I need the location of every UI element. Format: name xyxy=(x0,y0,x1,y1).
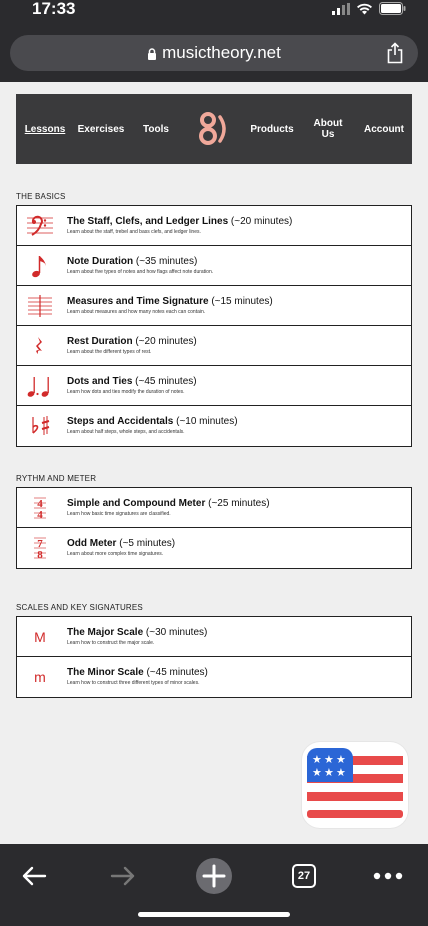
nav-products[interactable]: Products xyxy=(248,94,296,164)
lesson-name: The Major Scale xyxy=(67,627,144,638)
lesson-description: Learn about the different types of rest. xyxy=(67,349,152,355)
lesson-row[interactable]: 4 4 Simple and Compound Meter (~25 minut… xyxy=(17,488,411,528)
section-title-basics: THE BASICS xyxy=(16,192,66,201)
svg-text:★: ★ xyxy=(312,766,322,779)
more-dots-icon xyxy=(373,872,403,880)
lesson-row[interactable]: Rest Duration (~20 minutes) Learn about … xyxy=(17,326,411,366)
lesson-name: Dots and Ties xyxy=(67,376,133,387)
section-title-rhythm: RYTHM AND METER xyxy=(16,474,97,483)
site-nav: Lessons Exercises Tools Products About U… xyxy=(16,94,412,164)
lesson-name: Simple and Compound Meter xyxy=(67,498,206,509)
us-flag-badge-icon[interactable]: ★ ★ ★ ★ ★ ★ xyxy=(302,742,408,828)
time-sig-bottom: 8 xyxy=(37,549,43,561)
wifi-icon xyxy=(357,3,372,14)
section-title-scales: SCALES AND KEY SIGNATURES xyxy=(16,603,143,612)
lesson-row[interactable]: 7 8 Odd Meter (~5 minutes) Learn about m… xyxy=(17,528,411,568)
lesson-description: Learn about more complex time signatures… xyxy=(67,551,164,557)
svg-text:★: ★ xyxy=(324,766,334,779)
time-signature-4-4-icon: 4 4 xyxy=(25,493,55,523)
tabs-count-icon: 27 xyxy=(292,864,316,888)
lesson-description: Learn about five types of notes and how … xyxy=(67,269,214,275)
lesson-duration: (~35 minutes) xyxy=(135,256,198,267)
lesson-duration: (~20 minutes) xyxy=(135,336,197,347)
bass-clef-icon xyxy=(25,211,55,241)
site-logo-icon[interactable] xyxy=(196,109,230,149)
back-button[interactable] xyxy=(12,854,56,898)
svg-text:★: ★ xyxy=(336,766,346,779)
lesson-name: Rest Duration xyxy=(67,336,133,347)
nav-lessons[interactable]: Lessons xyxy=(22,94,68,164)
minor-m-icon: m xyxy=(34,669,46,685)
lesson-name: The Minor Scale xyxy=(67,667,144,678)
time-sig-bottom: 4 xyxy=(37,509,43,521)
lesson-row[interactable]: Steps and Accidentals (~10 minutes) Lear… xyxy=(17,406,411,446)
address-bar[interactable]: musictheory.net xyxy=(10,35,418,71)
lesson-duration: (~45 minutes) xyxy=(146,667,208,678)
svg-text:★: ★ xyxy=(312,753,322,766)
lesson-description: Learn about half steps, whole steps, and… xyxy=(67,429,185,435)
lesson-duration: (~5 minutes) xyxy=(119,538,176,549)
lesson-name: Note Duration xyxy=(67,256,134,267)
time-signature-7-8-icon: 7 8 xyxy=(25,533,55,563)
more-menu-button[interactable] xyxy=(366,854,410,898)
dotted-notes-icon xyxy=(25,371,55,401)
lesson-description: Learn how basic time signatures are clas… xyxy=(67,511,171,517)
lesson-description: Learn how to construct three different t… xyxy=(67,680,200,686)
lesson-description: Learn how to construct the major scale. xyxy=(67,640,155,646)
lesson-duration: (~45 minutes) xyxy=(135,376,197,387)
forward-arrow-icon xyxy=(110,866,135,886)
lesson-list-basics: The Staff, Clefs, and Ledger Lines (~20 … xyxy=(16,205,412,447)
lesson-row[interactable]: m The Minor Scale (~45 minutes) Learn ho… xyxy=(17,657,411,697)
cellular-signal-icon xyxy=(332,2,350,15)
share-icon[interactable] xyxy=(386,42,404,64)
battery-icon xyxy=(379,2,406,15)
forward-button[interactable] xyxy=(101,854,145,898)
lesson-row[interactable]: M The Major Scale (~30 minutes) Learn ho… xyxy=(17,617,411,657)
status-bar: 17:33 xyxy=(0,0,428,28)
staff-lines-icon xyxy=(25,291,55,321)
nav-account[interactable]: Account xyxy=(360,94,408,164)
lesson-description: Learn how dots and ties modify the durat… xyxy=(67,389,185,395)
nav-exercises[interactable]: Exercises xyxy=(76,94,126,164)
back-arrow-icon xyxy=(22,866,47,886)
nav-tools[interactable]: Tools xyxy=(138,94,174,164)
lesson-description: Learn about the staff, trebel and bass c… xyxy=(67,229,201,235)
lesson-row[interactable]: Dots and Ties (~45 minutes) Learn how do… xyxy=(17,366,411,406)
svg-text:★: ★ xyxy=(336,753,346,766)
lesson-name: Steps and Accidentals xyxy=(67,416,174,427)
lesson-description: Learn about measures and how many notes … xyxy=(67,309,206,315)
lesson-name: Odd Meter xyxy=(67,538,117,549)
lesson-duration: (~30 minutes) xyxy=(145,627,208,638)
lesson-duration: (~20 minutes) xyxy=(230,216,293,227)
lesson-duration: (~15 minutes) xyxy=(211,296,273,307)
web-page: Lessons Exercises Tools Products About U… xyxy=(0,82,428,844)
lesson-duration: (~10 minutes) xyxy=(176,416,238,427)
tab-count: 27 xyxy=(297,870,311,882)
lesson-list-rhythm: 4 4 Simple and Compound Meter (~25 minut… xyxy=(16,487,412,569)
browser-address-area: musictheory.net xyxy=(0,28,428,82)
url-host: musictheory.net xyxy=(162,43,281,62)
svg-text:★: ★ xyxy=(324,753,334,766)
lesson-name: Measures and Time Signature xyxy=(67,296,209,307)
quarter-rest-icon xyxy=(25,331,55,361)
accidentals-icon xyxy=(25,411,55,441)
eighth-note-icon xyxy=(25,251,55,281)
status-time: 17:33 xyxy=(32,0,76,18)
nav-about-us[interactable]: About Us xyxy=(308,94,348,164)
lesson-row[interactable]: Measures and Time Signature (~15 minutes… xyxy=(17,286,411,326)
major-m-icon: M xyxy=(34,629,46,645)
new-tab-button[interactable] xyxy=(192,854,236,898)
lesson-list-scales: M The Major Scale (~30 minutes) Learn ho… xyxy=(16,616,412,698)
tabs-button[interactable]: 27 xyxy=(282,854,326,898)
lock-icon xyxy=(148,47,157,60)
plus-icon xyxy=(196,858,232,894)
lesson-row[interactable]: The Staff, Clefs, and Ledger Lines (~20 … xyxy=(17,206,411,246)
lesson-row[interactable]: Note Duration (~35 minutes) Learn about … xyxy=(17,246,411,286)
lesson-name: The Staff, Clefs, and Ledger Lines xyxy=(67,216,229,227)
home-indicator[interactable] xyxy=(138,912,290,917)
lesson-duration: (~25 minutes) xyxy=(208,498,270,509)
status-icons xyxy=(332,2,406,15)
